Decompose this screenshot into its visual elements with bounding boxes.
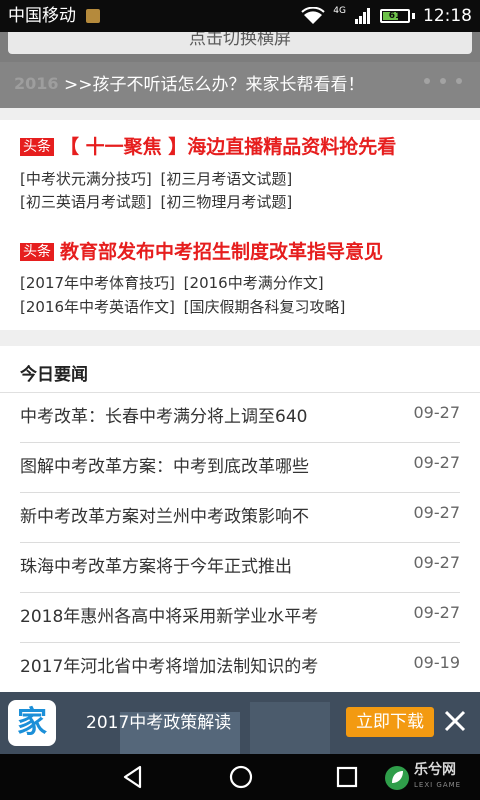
home-icon[interactable]	[228, 764, 254, 790]
close-icon[interactable]	[440, 706, 470, 736]
watermark-text: 乐兮网	[414, 762, 456, 778]
switch-orientation-button[interactable]: 点击切换横屏	[8, 32, 472, 54]
notification-icon	[86, 9, 100, 23]
pager-dot[interactable]	[440, 78, 446, 84]
news-title[interactable]: 新中考改革方案对兰州中考政策影响不	[20, 506, 400, 528]
divider	[0, 108, 480, 120]
app-logo: 家	[8, 700, 56, 746]
list-item[interactable]: 2017年河北省中考将增加法制知识的考 09-19	[20, 643, 460, 693]
status-bar: 中国移动 4G 61 12:18	[0, 0, 480, 32]
banner-pager	[424, 78, 462, 84]
news-date: 09-27	[413, 553, 461, 572]
battery-level: 61	[388, 11, 402, 21]
headline-tag: 头条	[20, 243, 54, 261]
news-date: 09-27	[413, 603, 461, 622]
network-type: 4G	[333, 6, 346, 16]
news-list: 中考改革：长春中考满分将上调至640 09-27 图解中考改革方案：中考到底改革…	[0, 393, 480, 693]
clock: 12:18	[423, 6, 472, 26]
download-button[interactable]: 立即下载	[346, 707, 434, 737]
app-download-banner[interactable]: 家 2017中考政策解读 立即下载	[0, 692, 480, 754]
topic-link[interactable]: [2016中考满分作文]	[184, 274, 324, 292]
leaf-logo-icon	[385, 766, 409, 790]
headline-tag: 头条	[20, 138, 54, 156]
headline-1-links-row-2: [初三英语月考试题] [初三物理月考试题]	[20, 191, 296, 213]
headline-title[interactable]: 教育部发布中考招生制度改革指导意见	[60, 239, 383, 265]
headline-2[interactable]: 头条 教育部发布中考招生制度改革指导意见	[20, 239, 383, 265]
signal-icon	[355, 8, 370, 24]
topic-link[interactable]: [初三月考语文试题]	[161, 170, 293, 188]
battery-icon: 61	[380, 9, 410, 23]
carrier-name: 中国移动	[8, 6, 76, 26]
watermark-subtext: LEXI GAME	[414, 781, 462, 789]
news-title[interactable]: 图解中考改革方案：中考到底改革哪些	[20, 456, 400, 478]
news-date: 09-27	[413, 453, 461, 472]
topic-link[interactable]: [初三物理月考试题]	[161, 193, 293, 211]
switch-orientation-bar: 点击切换横屏	[0, 32, 480, 62]
list-item[interactable]: 新中考改革方案对兰州中考政策影响不 09-27	[20, 493, 460, 543]
promo-banner[interactable]: 2016 >>孩子不听话怎么办？来家长帮看看！	[0, 62, 480, 108]
page: 中国移动 4G 61 12:18 点击切换横屏 2016 >>孩子不听话怎么办？…	[0, 0, 480, 800]
topic-link[interactable]: [中考状元满分技巧]	[20, 170, 152, 188]
back-icon[interactable]	[120, 764, 146, 790]
list-item[interactable]: 珠海中考改革方案将于今年正式推出 09-27	[20, 543, 460, 593]
battery-cap	[412, 13, 415, 19]
headline-1[interactable]: 头条 【 十一聚焦 】海边直播精品资料抢先看	[20, 134, 396, 160]
news-title[interactable]: 2017年河北省中考将增加法制知识的考	[20, 656, 400, 678]
news-date: 09-27	[413, 403, 461, 422]
wifi-icon	[301, 7, 325, 24]
topic-link[interactable]: [国庆假期各科复习攻略]	[184, 298, 346, 316]
topic-link[interactable]: [初三英语月考试题]	[20, 193, 152, 211]
system-nav-bar: 乐兮网 LEXI GAME	[0, 754, 480, 800]
list-item[interactable]: 中考改革：长春中考满分将上调至640 09-27	[20, 393, 460, 443]
headline-2-links-row-2: [2016年中考英语作文] [国庆假期各科复习攻略]	[20, 296, 349, 318]
headline-2-links-row-1: [2017年中考体育技巧] [2016中考满分作文]	[20, 272, 328, 294]
banner-message[interactable]: >>孩子不听话怎么办？来家长帮看看！	[64, 74, 365, 96]
watermark-logo: 乐兮网 LEXI GAME	[384, 761, 480, 795]
headline-1-links-row-1: [中考状元满分技巧] [初三月考语文试题]	[20, 168, 296, 190]
app-banner-label[interactable]: 2017中考政策解读	[86, 712, 231, 734]
section-title: 今日要闻	[20, 365, 88, 385]
news-title[interactable]: 珠海中考改革方案将于今年正式推出	[20, 556, 400, 578]
news-title[interactable]: 2018年惠州各高中将采用新学业水平考	[20, 606, 400, 628]
topic-link[interactable]: [2017年中考体育技巧]	[20, 274, 175, 292]
news-title[interactable]: 中考改革：长春中考满分将上调至640	[20, 406, 400, 428]
recent-apps-icon[interactable]	[336, 766, 358, 788]
banner-background-text: 2016	[14, 74, 59, 93]
pager-dot[interactable]	[456, 78, 462, 84]
status-icons: 4G 61 12:18	[301, 4, 472, 28]
topic-link[interactable]: [2016年中考英语作文]	[20, 298, 175, 316]
divider	[0, 330, 480, 346]
pager-dot[interactable]	[424, 78, 430, 84]
headline-title[interactable]: 【 十一聚焦 】海边直播精品资料抢先看	[60, 134, 396, 160]
list-item[interactable]: 图解中考改革方案：中考到底改革哪些 09-27	[20, 443, 460, 493]
banner-background-shape	[250, 702, 330, 754]
list-item[interactable]: 2018年惠州各高中将采用新学业水平考 09-27	[20, 593, 460, 643]
news-date: 09-19	[413, 653, 461, 672]
news-date: 09-27	[413, 503, 461, 522]
